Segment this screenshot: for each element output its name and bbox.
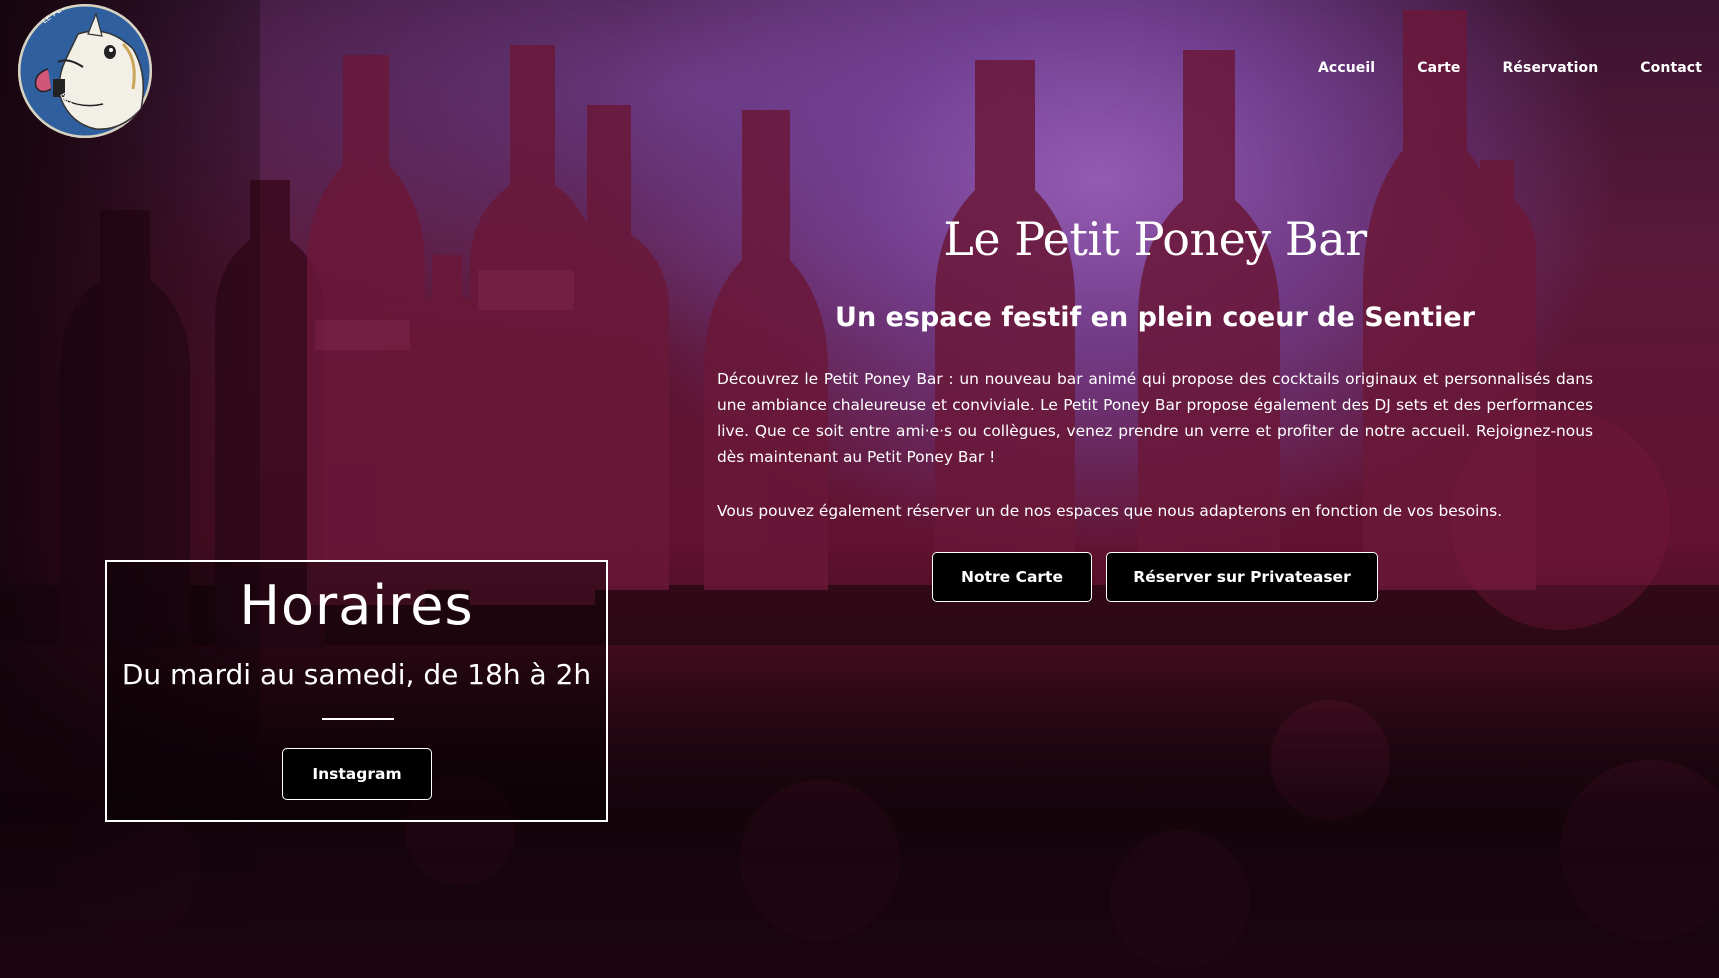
hero-paragraph-reservation: Vous pouvez également réserver un de nos… xyxy=(717,502,1503,520)
instagram-button[interactable]: Instagram xyxy=(282,748,432,800)
site-logo[interactable]: LE PETIT PONEY BAR xyxy=(18,4,152,138)
hero-description: Découvrez le Petit Poney Bar : un nouvea… xyxy=(717,366,1593,524)
hero-subtitle: Un espace festif en plein coeur de Senti… xyxy=(835,302,1475,333)
notre-carte-button[interactable]: Notre Carte xyxy=(932,552,1092,602)
nav-link-contact[interactable]: Contact xyxy=(1640,60,1702,76)
hero-title: Le Petit Poney Bar xyxy=(943,212,1367,266)
hours-title: Horaires xyxy=(239,574,474,637)
hours-divider xyxy=(322,718,394,720)
hours-text: Du mardi au samedi, de 18h à 2h xyxy=(121,658,592,691)
main-nav: Accueil Carte Réservation Contact xyxy=(1318,60,1702,76)
nav-link-accueil[interactable]: Accueil xyxy=(1318,60,1375,76)
nav-link-reservation[interactable]: Réservation xyxy=(1503,60,1599,76)
landing-page: LE PETIT PONEY BAR Accueil Carte Réserva… xyxy=(0,0,1719,978)
unicorn-logo-icon xyxy=(18,4,152,138)
nav-link-carte[interactable]: Carte xyxy=(1417,60,1460,76)
hero-paragraph-intro: Découvrez le Petit Poney Bar : un nouvea… xyxy=(717,370,1593,466)
reserver-privateaser-button[interactable]: Réserver sur Privateaser xyxy=(1106,552,1378,602)
opening-hours-box: Horaires Du mardi au samedi, de 18h à 2h… xyxy=(105,560,608,822)
